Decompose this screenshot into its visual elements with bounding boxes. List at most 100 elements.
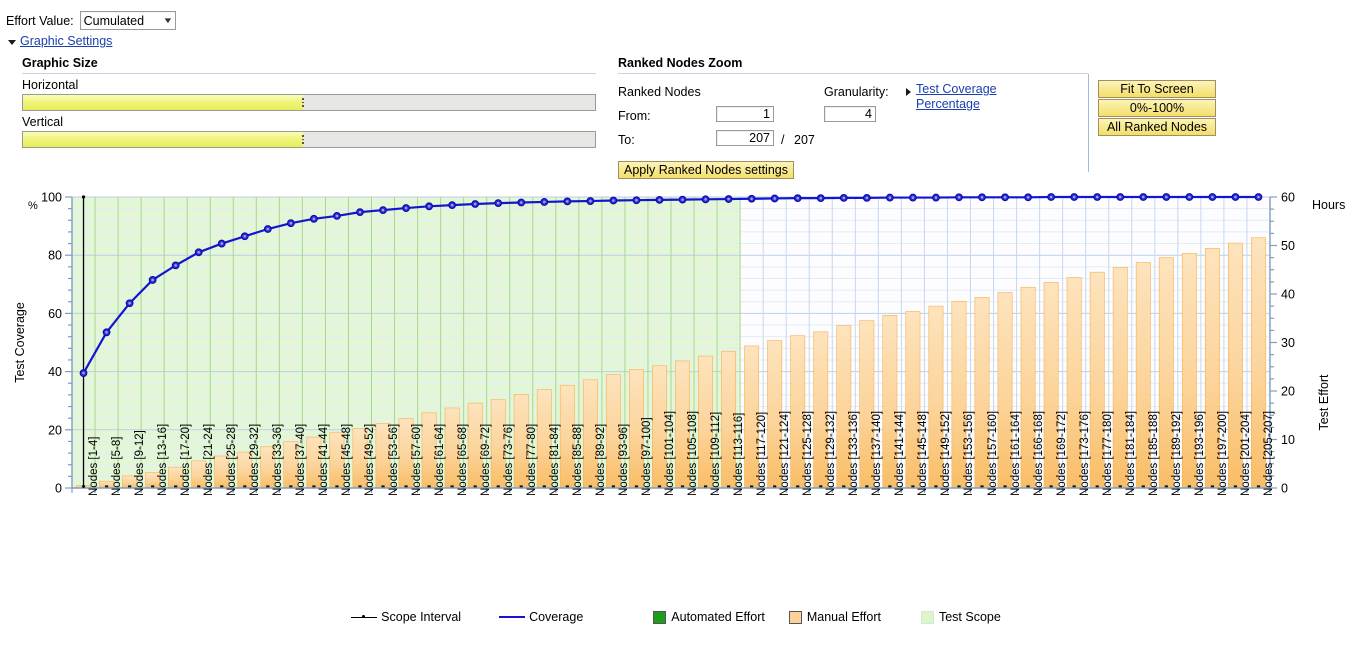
x-axis-tick-label: Nodes [37-40]	[295, 423, 308, 496]
legend-swatch-icon	[653, 610, 667, 624]
graphic-size-title: Graphic Size	[22, 56, 98, 70]
coverage-point-core	[589, 199, 592, 203]
legend-label: Scope Interval	[381, 610, 462, 624]
coverage-point-core	[473, 202, 477, 206]
coverage-point-core	[197, 250, 201, 254]
vertical-slider[interactable]	[22, 131, 596, 148]
test-coverage-percentage-link[interactable]: Test Coverage Percentage	[916, 82, 1012, 112]
coverage-point-core	[404, 206, 408, 210]
granularity-label: Granularity:	[824, 85, 889, 99]
apply-ranked-nodes-button[interactable]: Apply Ranked Nodes settings	[618, 161, 794, 179]
horizontal-slider-fill	[23, 95, 304, 110]
coverage-point-core	[1211, 195, 1214, 199]
chevron-down-icon: ▼	[162, 15, 174, 25]
legend-item: Automated Effort	[653, 610, 765, 624]
to-total: 207	[794, 133, 815, 147]
x-axis-tick-label: Nodes [65-68]	[456, 423, 469, 496]
coverage-point-core	[727, 197, 730, 201]
horizontal-slider[interactable]	[22, 94, 596, 111]
coverage-point-core	[612, 199, 615, 202]
ranked-nodes-divider	[618, 73, 1088, 74]
legend-item: Coverage	[499, 610, 583, 624]
ranked-nodes-zoom-panel: Ranked Nodes Zoom Ranked Nodes From: To:…	[618, 56, 1088, 179]
x-axis-tick-label: Nodes [145-148]	[917, 410, 930, 496]
coverage-point-core	[1118, 195, 1122, 199]
legend-label: Coverage	[529, 610, 584, 624]
legend-label: Automated Effort	[671, 610, 765, 624]
coverage-point-core	[865, 196, 869, 200]
fit-to-screen-button[interactable]: Fit To Screen	[1098, 80, 1216, 98]
coverage-point-core	[658, 198, 661, 202]
x-axis-tick-label: Nodes [177-180]	[1101, 410, 1114, 496]
vertical-label: Vertical	[22, 115, 63, 129]
x-axis-tick-label: Nodes [61-64]	[433, 423, 446, 496]
coverage-point-core	[1026, 195, 1030, 199]
coverage-point-core	[151, 278, 154, 282]
percent-range-button[interactable]: 0%-100%	[1098, 99, 1216, 117]
coverage-point-core	[105, 331, 108, 334]
graphic-settings-link[interactable]: Graphic Settings	[20, 34, 112, 48]
granularity-input[interactable]	[824, 106, 876, 122]
horizontal-slider-handle[interactable]	[298, 96, 307, 109]
right-axis-tick-label: 0	[1281, 482, 1288, 496]
left-axis-tick-label: 60	[48, 307, 62, 321]
legend-label: Test Scope	[938, 610, 1001, 624]
coverage-point-core	[1257, 195, 1260, 199]
coverage-point-core	[266, 227, 270, 231]
zoom-preset-buttons: Fit To Screen 0%-100% All Ranked Nodes	[1098, 80, 1216, 136]
all-ranked-nodes-button[interactable]: All Ranked Nodes	[1098, 118, 1216, 136]
x-axis-tick-label: Nodes [29-32]	[249, 423, 262, 496]
x-axis-tick-label: Nodes [181-184]	[1124, 410, 1137, 496]
x-axis-tick-label: Nodes [45-48]	[341, 423, 354, 496]
x-axis-tick-label: Nodes [121-124]	[779, 410, 792, 496]
panel-vertical-divider	[1088, 74, 1089, 172]
from-input[interactable]	[716, 106, 774, 122]
graphic-settings-toggle[interactable]: Graphic Settings	[8, 34, 112, 48]
coverage-point-core	[358, 210, 362, 214]
x-axis-tick-label: Nodes [125-128]	[802, 410, 815, 496]
coverage-point-core	[980, 195, 984, 199]
effort-value-selected: Cumulated	[83, 13, 145, 28]
x-axis-tick-label: Nodes [1-4]	[88, 436, 101, 496]
x-axis-tick-label: Nodes [5-8]	[111, 436, 124, 496]
vertical-slider-handle[interactable]	[298, 133, 307, 146]
right-axis-tick-label: 10	[1281, 433, 1295, 447]
left-axis-tick-label: 0	[55, 482, 62, 496]
x-axis-tick-label: Nodes [41-44]	[318, 423, 331, 496]
coverage-point-core	[842, 196, 846, 200]
x-axis-tick-label: Nodes [166-168]	[1032, 410, 1045, 496]
legend-scope-interval-icon	[351, 615, 378, 618]
x-axis-tick-label: Nodes [69-72]	[479, 423, 492, 496]
chart-legend: Scope Interval Coverage Automated Effort Ma…	[0, 610, 1352, 624]
x-axis-tick-label: Nodes [201-204]	[1239, 410, 1252, 496]
vertical-slider-fill	[23, 132, 304, 147]
x-axis-tick-label: Nodes [9-12]	[134, 430, 147, 496]
left-axis-tick-label: 80	[48, 249, 62, 263]
left-axis-tick-label: 40	[48, 365, 62, 379]
ranked-nodes-label: Ranked Nodes	[618, 85, 701, 99]
x-axis-tick-label: Nodes [73-76]	[502, 423, 515, 496]
left-axis-tick-label: 100	[41, 191, 62, 205]
x-axis-tick-label: Nodes [93-96]	[617, 423, 630, 496]
coverage-point-core	[542, 200, 546, 204]
legend-item: Test Scope	[920, 610, 1001, 624]
legend-swatch-icon	[920, 610, 934, 624]
to-input[interactable]	[716, 130, 774, 146]
legend-label: Manual Effort	[806, 610, 881, 624]
coverage-point-core	[1095, 195, 1099, 199]
left-axis-ticks	[65, 196, 72, 489]
right-axis-tick-label: 60	[1281, 191, 1295, 205]
coverage-point-core	[312, 217, 316, 221]
effort-value-select[interactable]: Cumulated ▼	[79, 11, 176, 30]
right-axis-tick-label: 20	[1281, 385, 1295, 399]
x-axis-tick-label: Nodes [77-80]	[525, 423, 538, 496]
legend-item: Scope Interval	[351, 610, 461, 624]
coverage-point-core	[819, 196, 823, 200]
right-axis-title: Test Effort	[1317, 374, 1331, 431]
coverage-point-core	[82, 371, 85, 375]
coverage-point-core	[750, 197, 753, 201]
x-axis-tick-label: Nodes [53-56]	[387, 423, 400, 496]
right-axis-tick-label: 40	[1281, 288, 1295, 302]
coverage-point-core	[496, 201, 500, 205]
coverage-point-core	[381, 208, 385, 212]
